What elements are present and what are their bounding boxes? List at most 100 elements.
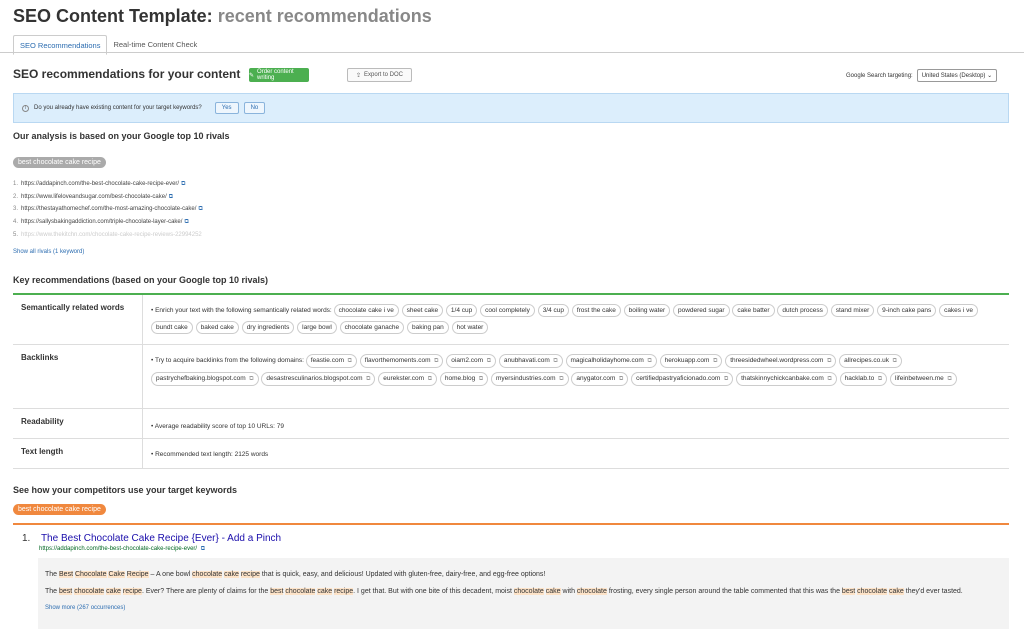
- result-number: 1.: [22, 533, 31, 544]
- backlink-domain-chip[interactable]: thatskinnychickcanbake.com ⧉: [736, 372, 837, 386]
- competitor-keyword-pill[interactable]: best chocolate cake recipe: [13, 504, 106, 515]
- backlink-domain-chip[interactable]: eurekster.com ⧉: [378, 372, 438, 386]
- semantic-word-chip: baked cake: [195, 321, 239, 334]
- backlink-domain-label: oiam2.com: [451, 357, 484, 364]
- external-link-icon[interactable]: ⧉: [558, 376, 563, 382]
- semantic-word-chip: 1/4 cup: [445, 304, 478, 317]
- list-item: 5. https://www.thekitchn.com/chocolate-ca…: [13, 231, 202, 238]
- pencil-icon: ✎: [249, 72, 255, 79]
- semantic-word-chip: frost the cake: [571, 304, 621, 317]
- backlink-domain-chip[interactable]: myersindustries.com ⧉: [490, 372, 569, 386]
- rival-url[interactable]: https://thestayathomechef.com/the-most-a…: [21, 206, 196, 212]
- list-item: 4. https://sallysbakingaddiction.com/trip…: [13, 219, 189, 226]
- backlink-domain-chip[interactable]: anubhavati.com ⧉: [498, 354, 563, 368]
- external-link-icon[interactable]: ⧉: [946, 376, 951, 382]
- backlinks-label: Backlinks: [13, 345, 143, 408]
- export-doc-button[interactable]: ⇪ Export to DOC: [347, 68, 412, 82]
- backlink-domain-chip[interactable]: herokuapp.com ⧉: [659, 354, 723, 368]
- analysis-heading: Our analysis is based on your Google top…: [13, 131, 230, 141]
- external-link-icon[interactable]: ⧉: [722, 376, 728, 382]
- rivals-list: 1. https://addapinch.com/the-best-chocola…: [13, 178, 203, 241]
- backlink-domain-label: feastie.com: [310, 357, 344, 364]
- external-link-icon[interactable]: ⧉: [181, 181, 185, 187]
- external-link-icon[interactable]: ⧉: [485, 358, 491, 364]
- external-link-icon[interactable]: ⧉: [552, 358, 557, 364]
- rival-url[interactable]: https://www.thekitchn.com/chocolate-cake…: [21, 232, 202, 238]
- backlink-domain-chip[interactable]: feastie.com ⧉: [305, 354, 357, 368]
- readability-text: • Average readability score of top 10 UR…: [151, 423, 275, 430]
- order-content-label: Order content writing: [257, 69, 294, 81]
- external-link-icon[interactable]: ⧉: [825, 358, 831, 364]
- backlink-domain-label: certifiedpastryaficionado.com: [636, 375, 721, 382]
- external-link-icon[interactable]: ⧉: [711, 358, 717, 364]
- backlink-domain-chip[interactable]: magicalholidayhome.com ⧉: [565, 354, 657, 368]
- list-item: 3. https://thestayathomechef.com/the-most…: [13, 206, 203, 213]
- semantic-word-chip: large bowl: [297, 321, 337, 334]
- backlink-domain-chip[interactable]: allrecipes.co.uk ⧉: [839, 354, 902, 368]
- backlink-domain-label: eurekster.com: [383, 375, 425, 382]
- external-link-icon[interactable]: ⧉: [426, 376, 432, 382]
- snippet-paragraph: The best chocolate cake recipe. Ever? Th…: [45, 588, 963, 595]
- semantic-word-chip: chocolate cake i ve: [333, 304, 399, 317]
- semantic-word-chip: stand mixer: [830, 304, 875, 317]
- order-content-button[interactable]: ✎ Order content writing: [249, 68, 309, 82]
- semantic-word-chip: powdered sugar: [672, 304, 730, 317]
- backlink-domain-label: herokuapp.com: [664, 357, 710, 364]
- text-length-value: • Recommended text length: 2125 words: [143, 439, 1009, 468]
- backlink-domain-chip[interactable]: desastresculinarios.blogspot.com ⧉: [261, 372, 376, 386]
- backlink-domain-chip[interactable]: anygator.com ⧉: [571, 372, 629, 386]
- backlink-domain-label: threesidedwheel.wordpress.com: [730, 357, 824, 364]
- readability-value: • Average readability score of top 10 UR…: [143, 409, 1009, 438]
- external-link-icon[interactable]: ⧉: [876, 376, 882, 382]
- external-link-icon[interactable]: ⧉: [891, 358, 897, 364]
- external-link-icon[interactable]: ⧉: [433, 358, 438, 364]
- semantic-word-chip: sheet cake: [401, 304, 444, 317]
- external-link-icon[interactable]: ⧉: [198, 206, 202, 212]
- external-link-icon[interactable]: ⧉: [346, 358, 352, 364]
- backlink-domain-chip[interactable]: threesidedwheel.wordpress.com ⧉: [725, 354, 837, 368]
- backlink-domain-chip[interactable]: lifeinbetween.me ⧉: [890, 372, 957, 386]
- external-link-icon[interactable]: ⧉: [477, 376, 483, 382]
- backlink-domain-chip[interactable]: hacklab.to ⧉: [839, 372, 888, 386]
- page-title-main: SEO Content Template:: [13, 6, 213, 26]
- rival-url[interactable]: https://sallysbakingaddiction.com/triple…: [21, 219, 182, 225]
- backlink-domain-chip[interactable]: certifiedpastryaficionado.com ⧉: [631, 372, 734, 386]
- backlink-domain-chip[interactable]: oiam2.com ⧉: [446, 354, 497, 368]
- recommendations-title: SEO recommendations for your content: [13, 67, 241, 81]
- external-link-icon[interactable]: ⧉: [617, 376, 623, 382]
- semantic-word-chip: hot water: [451, 321, 489, 334]
- no-button[interactable]: No: [243, 102, 266, 114]
- page-title-sub: recent recommendations: [217, 6, 432, 26]
- semantic-word-chip: cakes i ve: [939, 304, 978, 317]
- list-item: 1. https://addapinch.com/the-best-chocola…: [13, 181, 186, 187]
- show-more-link[interactable]: Show more (267 occurrences): [45, 602, 1002, 615]
- external-link-icon[interactable]: ⧉: [169, 194, 173, 200]
- backlink-domain-chip[interactable]: flavorthemoments.com ⧉: [359, 354, 444, 368]
- external-link-icon[interactable]: ⧉: [364, 376, 370, 382]
- text-length-text: • Recommended text length:: [151, 451, 233, 458]
- rival-url[interactable]: https://www.lifeloveandsugar.com/best-ch…: [21, 194, 167, 200]
- search-targeting: Google Search targeting: United States (…: [846, 69, 998, 82]
- text-length-label: Text length: [13, 439, 143, 468]
- yes-button[interactable]: Yes: [214, 102, 239, 114]
- export-doc-label: Export to DOC: [364, 72, 404, 78]
- result-title-link[interactable]: The Best Chocolate Cake Recipe {Ever} - …: [41, 533, 281, 544]
- show-all-rivals-link[interactable]: Show all rivals (1 keyword): [13, 249, 84, 255]
- backlink-domain-chip[interactable]: pastrychefbaking.blogspot.com ⧉: [151, 372, 259, 386]
- external-link-icon[interactable]: ⧉: [826, 376, 832, 382]
- targeting-select[interactable]: United States (Desktop) ⌄: [916, 69, 998, 82]
- external-link-icon[interactable]: ⧉: [184, 219, 188, 225]
- external-link-icon[interactable]: ⧉: [201, 546, 205, 552]
- external-link-icon[interactable]: ⧉: [646, 358, 652, 364]
- semantic-word-chip: dutch process: [777, 304, 828, 317]
- rival-url[interactable]: https://addapinch.com/the-best-chocolate…: [21, 181, 179, 187]
- backlink-domain-label: anygator.com: [576, 375, 616, 382]
- result-url[interactable]: https://addapinch.com/the-best-chocolate…: [39, 546, 197, 552]
- readability-score: 79: [276, 423, 284, 430]
- keyword-pill[interactable]: best chocolate cake recipe: [13, 157, 106, 168]
- table-row: Readability • Average readability score …: [13, 409, 1009, 439]
- external-link-icon[interactable]: ⧉: [248, 376, 253, 382]
- semantic-word-chip: chocolate ganache: [339, 321, 405, 334]
- banner-question: Do you already have existing content for…: [34, 105, 202, 111]
- backlink-domain-chip[interactable]: home.blog ⧉: [439, 372, 489, 386]
